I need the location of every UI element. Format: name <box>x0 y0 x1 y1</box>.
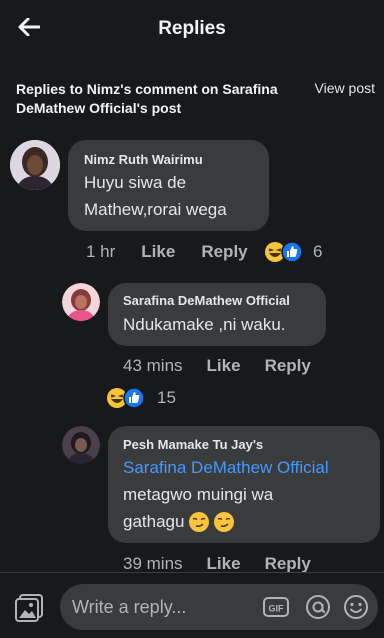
avatar[interactable] <box>62 426 100 464</box>
avatar[interactable] <box>62 283 100 321</box>
comment-time: 39 mins <box>123 554 183 573</box>
like-reaction-icon <box>123 387 145 409</box>
svg-text:GIF: GIF <box>269 604 285 614</box>
emoji-icon[interactable] <box>343 594 369 620</box>
comment-time: 43 mins <box>123 356 183 375</box>
like-button[interactable]: Like <box>141 242 175 262</box>
reply-input[interactable]: Write a reply... GIF <box>60 584 378 630</box>
comment-author[interactable]: Sarafina DeMathew Official <box>123 293 290 308</box>
comment-actions: 1 hr Like Reply <box>86 242 248 262</box>
reply-button[interactable]: Reply <box>201 242 247 262</box>
comment-author[interactable]: Nimz Ruth Wairimu <box>84 152 203 167</box>
like-reaction-icon <box>281 241 303 263</box>
page-title: Replies <box>158 18 226 39</box>
comment-text-line: Ndukamake ,ni waku. <box>123 315 286 334</box>
replies-context-text: Replies to Nimz's comment on Sarafina De… <box>16 81 278 116</box>
reply-composer-bar: Write a reply... GIF <box>0 572 384 638</box>
reply-button[interactable]: Reply <box>265 554 311 574</box>
reaction-count: 15 <box>157 388 176 407</box>
comment-actions: 43 mins Like Reply <box>123 356 311 376</box>
photo-icon <box>15 594 43 622</box>
reactions-summary[interactable]: 6 <box>264 241 322 263</box>
mention-link[interactable]: Sarafina DeMathew Official <box>123 454 329 482</box>
comment-bubble: Pesh Mamake Tu Jay's Sarafina DeMathew O… <box>108 426 380 543</box>
top-bar: Replies <box>0 0 384 58</box>
comment-author[interactable]: Pesh Mamake Tu Jay's <box>123 437 263 452</box>
add-photo-button[interactable] <box>14 593 46 623</box>
comment-time: 1 hr <box>86 242 116 261</box>
at-mention-icon[interactable] <box>305 594 331 620</box>
reactions-summary[interactable]: 15 <box>106 387 176 409</box>
smirk-emoji-icon <box>214 512 235 532</box>
avatar[interactable] <box>10 140 60 190</box>
comment-text-line: Mathew,rorai wega <box>84 200 227 219</box>
reply-button[interactable]: Reply <box>265 356 311 376</box>
smirk-emoji-icon <box>189 512 210 532</box>
comment-bubble: Nimz Ruth Wairimu Huyu siwa de Mathew,ro… <box>68 140 269 231</box>
comment-text-word: gathagu <box>123 512 185 531</box>
like-button[interactable]: Like <box>207 356 241 376</box>
view-post-link[interactable]: View post <box>315 80 375 96</box>
like-button[interactable]: Like <box>207 554 241 574</box>
comment-actions: 39 mins Like Reply <box>123 554 311 574</box>
comment-bubble: Sarafina DeMathew Official Ndukamake ,ni… <box>108 283 326 346</box>
comment-text-line: Huyu siwa de <box>84 173 187 192</box>
gif-icon[interactable]: GIF <box>263 594 289 620</box>
comment-text-line: metagwo muingi wa <box>123 485 274 504</box>
reaction-count: 6 <box>313 242 323 261</box>
comment-text-line: gathagu <box>123 508 235 536</box>
reply-input-placeholder: Write a reply... <box>72 597 187 617</box>
